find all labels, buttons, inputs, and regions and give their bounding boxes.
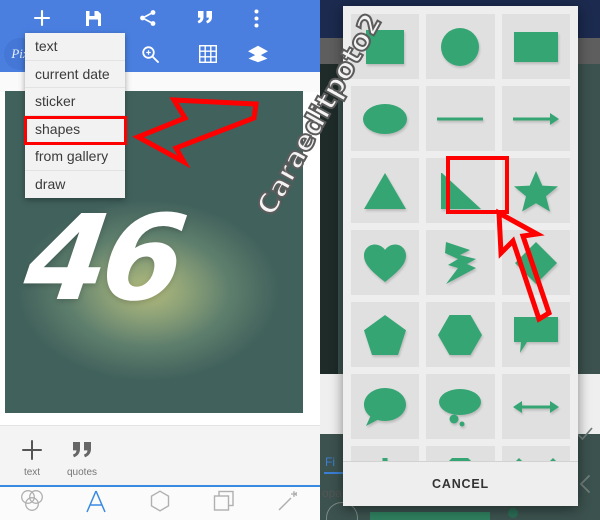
ellipse-icon [363, 103, 408, 134]
hexagon-icon [148, 489, 172, 518]
add-menu-dropdown[interactable]: text current date sticker shapes from ga… [25, 33, 125, 198]
share-icon[interactable] [128, 0, 168, 36]
left-phone-screen: Pix 46 text current date sticker shapes … [0, 0, 320, 520]
squares-icon [212, 489, 236, 518]
shape-cell-pentagon[interactable] [351, 302, 420, 367]
shape-cell-hexagon[interactable] [426, 302, 495, 367]
opacity-label: opa [322, 486, 343, 500]
layers-icon[interactable] [238, 36, 278, 72]
shape-picker-dialog: CANCEL [343, 6, 578, 506]
menu-item-sticker[interactable]: sticker [25, 88, 125, 116]
shape-cell-double-arrow[interactable] [501, 374, 570, 439]
three-circles-icon [19, 489, 45, 518]
triangle-icon [364, 172, 407, 209]
save-icon[interactable] [73, 0, 113, 36]
bottom-navigation [0, 485, 320, 520]
arrow-right-icon [512, 112, 559, 125]
text-tool-strip: text quotes [0, 425, 320, 485]
shape-cell-rectangle[interactable] [501, 14, 570, 79]
shape-cell-arrow-right[interactable] [501, 86, 570, 151]
line-icon [437, 117, 484, 120]
confirm-check-icon[interactable] [576, 425, 594, 448]
grid-icon[interactable] [188, 36, 228, 72]
shape-cell-right-triangle[interactable] [426, 158, 495, 223]
pointer-arrow-left [132, 97, 259, 169]
menu-item-text[interactable]: text [25, 33, 125, 61]
speech-bubble-icon [364, 387, 407, 426]
pentagon-icon [364, 314, 407, 355]
menu-item-shapes[interactable]: shapes [25, 116, 125, 143]
right-phone-screen: Fi opa CANCEL [320, 0, 600, 520]
shape-cell-thought-bubble[interactable] [426, 374, 495, 439]
nav-text[interactable] [64, 486, 128, 520]
nav-shapes[interactable] [128, 486, 192, 520]
magic-wand-icon [276, 489, 300, 518]
more-vertical-icon[interactable] [236, 0, 276, 36]
thought-bubble-icon [439, 388, 482, 426]
plus-icon [21, 436, 43, 464]
back-chevron-icon[interactable] [578, 474, 592, 499]
quotes-icon [71, 436, 93, 464]
circle-icon [441, 27, 480, 66]
cancel-button[interactable]: CANCEL [343, 462, 578, 506]
shape-cell-speech-bubble[interactable] [351, 374, 420, 439]
add-icon[interactable] [22, 0, 62, 36]
shape-cell-arrow-down[interactable] [351, 446, 420, 461]
filter-tab-label[interactable]: Fi [325, 455, 335, 469]
heart-icon [364, 244, 407, 282]
toolbar-row-primary [0, 0, 320, 36]
menu-item-draw[interactable]: draw [25, 171, 125, 199]
hexagon-icon [438, 314, 483, 355]
tool-quotes[interactable]: quotes [50, 432, 114, 482]
shape-cell-circle[interactable] [426, 14, 495, 79]
letter-a-icon [85, 489, 107, 518]
background-slider-track[interactable] [370, 512, 490, 520]
nav-adjust[interactable] [0, 486, 64, 520]
shape-cell-triangle[interactable] [351, 158, 420, 223]
double-arrow-icon [512, 400, 559, 413]
nav-layers[interactable] [192, 486, 256, 520]
shape-cell-ellipse[interactable] [351, 86, 420, 151]
quotes-icon[interactable] [185, 0, 225, 36]
canvas-overlay-text: 46 [17, 189, 189, 327]
menu-item-current-date[interactable]: current date [25, 61, 125, 88]
shape-cell-cross-x[interactable] [501, 446, 570, 461]
background-slider-thumb[interactable] [508, 508, 518, 518]
tool-label-quotes: quotes [66, 467, 98, 478]
zoom-icon[interactable] [130, 36, 170, 72]
pointer-arrow-up-left [496, 208, 553, 323]
shape-cell-lightning-bolt[interactable] [426, 230, 495, 295]
nav-effects[interactable] [256, 486, 320, 520]
shape-cell-heart[interactable] [351, 230, 420, 295]
right-triangle-icon [441, 172, 482, 209]
menu-item-from-gallery[interactable]: from gallery [25, 143, 125, 171]
shape-cell-line[interactable] [426, 86, 495, 151]
shape-cell-octagon[interactable] [426, 446, 495, 461]
lightning-bolt-icon [445, 241, 477, 284]
rectangle-icon [513, 31, 558, 62]
tool-label-text: text [23, 467, 41, 478]
